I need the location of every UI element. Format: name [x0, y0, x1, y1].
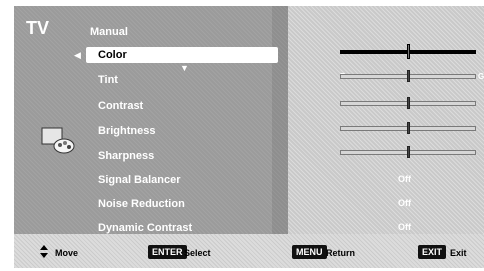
- menu-item-signal-balancer[interactable]: Signal Balancer: [98, 174, 181, 186]
- move-hint: Move: [55, 248, 79, 258]
- menu-item-sharpness[interactable]: Sharpness: [98, 150, 154, 162]
- exit-key[interactable]: EXIT: [418, 245, 447, 259]
- tint-right-label: G: [478, 72, 484, 81]
- menu-item-color[interactable]: Color: [86, 47, 278, 63]
- tint-slider-thumb[interactable]: [407, 70, 410, 82]
- menu-item-noise-reduction[interactable]: Noise Reduction: [98, 198, 185, 210]
- contrast-slider-thumb[interactable]: [407, 97, 410, 109]
- menu-item-brightness[interactable]: Brightness: [98, 125, 155, 137]
- palette-icon: [41, 127, 75, 154]
- submenu-title: Manual: [90, 26, 128, 38]
- value-panel: [288, 6, 484, 234]
- menu-item-dynamic-contrast[interactable]: Dynamic Contrast: [98, 222, 192, 234]
- signal-balancer-value: Off: [398, 174, 411, 184]
- footer-bar: [14, 234, 484, 268]
- sharpness-slider-thumb[interactable]: [407, 146, 410, 158]
- tv-label: TV: [26, 18, 50, 38]
- dynamic-contrast-value: Off: [398, 222, 411, 232]
- left-arrow-icon: ◀: [74, 50, 81, 60]
- color-slider-thumb[interactable]: [407, 44, 410, 59]
- select-hint: Select: [184, 248, 211, 258]
- menu-item-tint[interactable]: Tint: [98, 74, 118, 86]
- brightness-slider-thumb[interactable]: [407, 122, 410, 134]
- menu-key[interactable]: MENU: [292, 245, 327, 259]
- return-hint: Return: [326, 248, 355, 258]
- menu-item-contrast[interactable]: Contrast: [98, 100, 143, 112]
- noise-reduction-value: Off: [398, 198, 411, 208]
- down-arrow-icon: ▼: [180, 63, 189, 73]
- exit-hint: Exit: [450, 248, 467, 258]
- up-down-arrows-icon: [40, 245, 48, 259]
- enter-key[interactable]: ENTER: [148, 245, 187, 259]
